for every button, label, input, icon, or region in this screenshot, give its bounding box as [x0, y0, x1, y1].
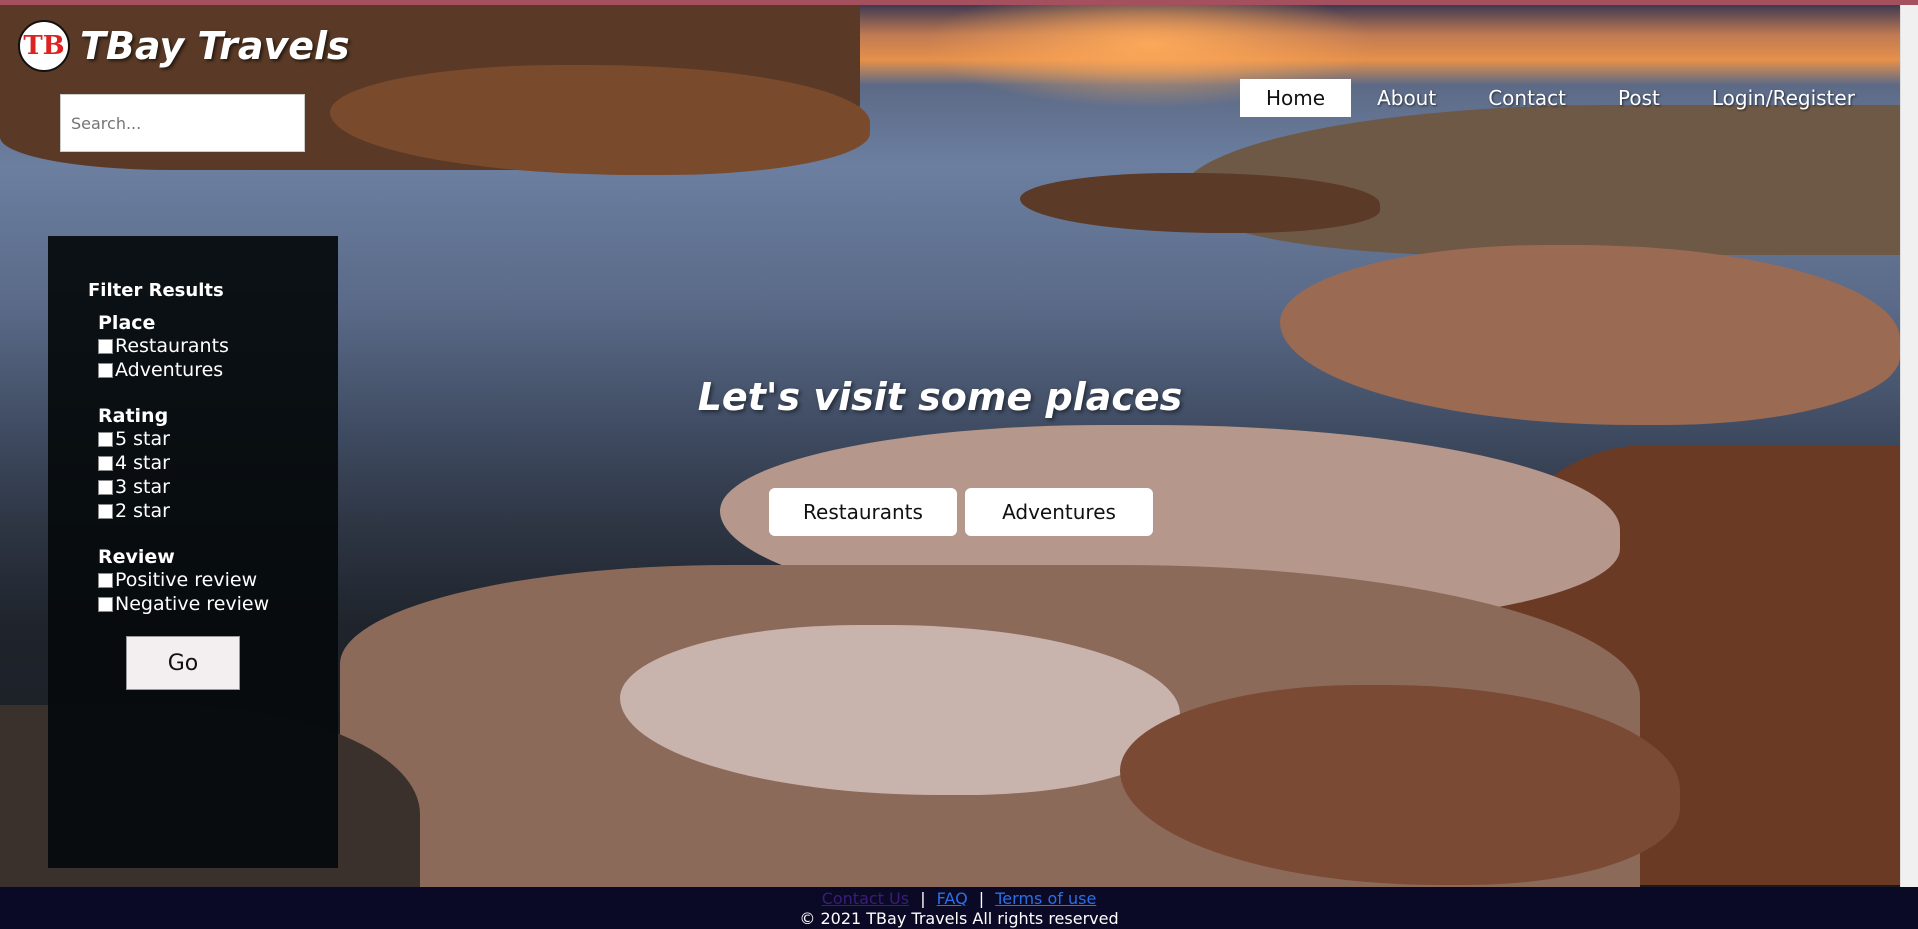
logo-badge-icon: TB [18, 20, 70, 72]
filter-title: Filter Results [88, 280, 224, 301]
footer-link-contact-us[interactable]: Contact Us [822, 889, 909, 908]
filter-option-label: Restaurants [115, 335, 229, 357]
filter-group-place: Place Restaurants Adventures [98, 312, 229, 382]
footer-link-faq[interactable]: FAQ [937, 889, 968, 908]
adventures-button[interactable]: Adventures [965, 488, 1153, 536]
checkbox[interactable] [98, 572, 113, 588]
filter-panel: Filter Results Place Restaurants Adventu… [48, 236, 338, 868]
footer-links: Contact Us | FAQ | Terms of use [0, 889, 1918, 909]
checkbox[interactable] [98, 455, 113, 471]
filter-option-4-star[interactable]: 4 star [98, 451, 170, 475]
filter-option-label: 4 star [115, 452, 170, 474]
filter-option-adventures[interactable]: Adventures [98, 358, 229, 382]
nav-post[interactable]: Post [1592, 79, 1686, 117]
filter-group-title: Rating [98, 405, 169, 427]
footer-link-terms[interactable]: Terms of use [995, 889, 1096, 908]
nav-contact[interactable]: Contact [1462, 79, 1592, 117]
footer-separator: | [978, 889, 985, 908]
restaurants-button[interactable]: Restaurants [769, 488, 957, 536]
checkbox[interactable] [98, 596, 113, 612]
filter-option-5-star[interactable]: 5 star [98, 427, 170, 451]
filter-option-label: 3 star [115, 476, 170, 498]
nav-home[interactable]: Home [1240, 79, 1352, 117]
checkbox[interactable] [98, 362, 113, 378]
checkbox[interactable] [98, 503, 113, 519]
filter-group-review: Review Positive review Negative review [98, 546, 269, 616]
hero-rock [1020, 173, 1380, 233]
filter-option-label: Positive review [115, 569, 258, 591]
filter-option-label: 5 star [115, 428, 170, 450]
search-input[interactable] [60, 94, 305, 152]
filter-option-label: Adventures [115, 359, 224, 381]
filter-option-label: 2 star [115, 500, 170, 522]
footer-separator: | [920, 889, 926, 908]
site-title: TBay Travels [80, 24, 350, 68]
filter-option-restaurants[interactable]: Restaurants [98, 334, 229, 358]
go-button[interactable]: Go [126, 636, 240, 690]
filter-option-2-star[interactable]: 2 star [98, 499, 170, 523]
filter-group-title: Place [98, 312, 156, 334]
filter-group-title: Review [98, 546, 175, 568]
scrollbar[interactable] [1900, 5, 1918, 887]
hero-headline: Let's visit some places [697, 375, 1183, 419]
nav-about[interactable]: About [1351, 79, 1462, 117]
checkbox[interactable] [98, 338, 113, 354]
site-logo[interactable]: TB TBay Travels [18, 20, 350, 72]
filter-option-label: Negative review [115, 593, 270, 615]
hero-rock [1280, 245, 1900, 425]
filter-group-rating: Rating 5 star 4 star 3 star 2 star [98, 405, 170, 523]
main-nav: Home About Contact Post Login/Register [1240, 79, 1881, 117]
filter-option-negative-review[interactable]: Negative review [98, 592, 269, 616]
checkbox[interactable] [98, 479, 113, 495]
filter-option-3-star[interactable]: 3 star [98, 475, 170, 499]
copyright-text: © 2021 TBay Travels All rights reserved [799, 909, 1119, 928]
nav-login-register[interactable]: Login/Register [1686, 79, 1881, 117]
filter-option-positive-review[interactable]: Positive review [98, 568, 269, 592]
footer: Contact Us | FAQ | Terms of use © 2021 T… [0, 887, 1918, 929]
checkbox[interactable] [98, 431, 113, 447]
